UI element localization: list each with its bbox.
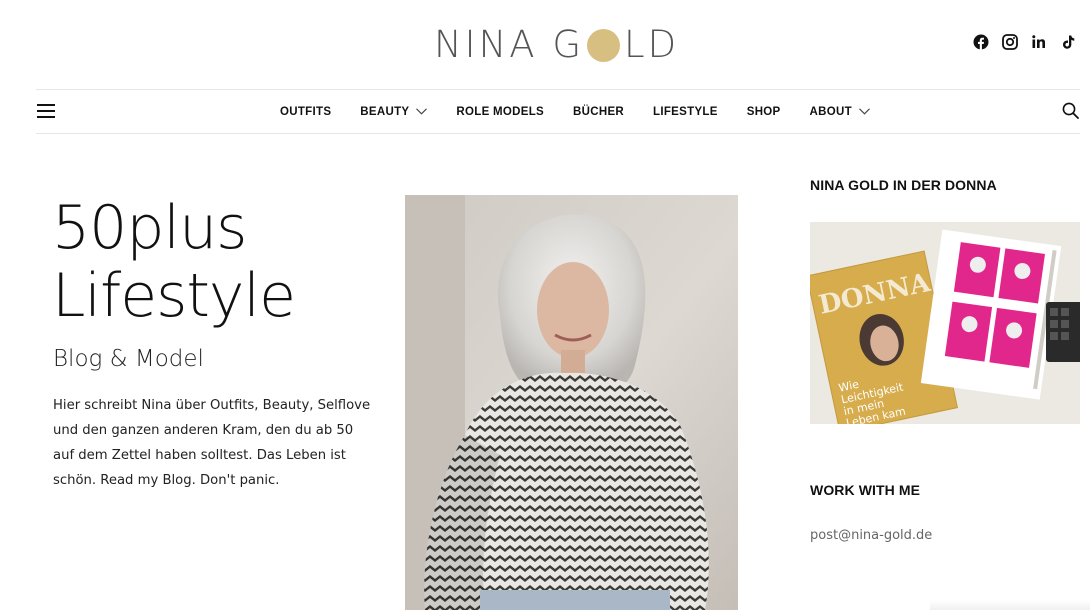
work-with-me-title: WORK WITH ME bbox=[810, 482, 921, 498]
logo-gold-circle bbox=[587, 28, 621, 62]
page-subtitle: Blog & Model bbox=[53, 346, 204, 372]
nav-menu: OUTFITS BEAUTY ROLE MODELS BÜCHER LIFEST… bbox=[280, 90, 899, 133]
nav-item-label: LIFESTYLE bbox=[653, 105, 718, 118]
nav-item-label: ABOUT bbox=[809, 105, 852, 118]
nav-item-label: OUTFITS bbox=[280, 105, 332, 118]
nav-item-about[interactable]: ABOUT bbox=[810, 106, 870, 118]
logo-text-left: NINA G bbox=[434, 22, 585, 66]
logo-text-right: LD bbox=[624, 22, 680, 66]
intro-paragraph: Hier schreibt Nina über Outfits, Beauty,… bbox=[53, 398, 371, 488]
nav-item-buecher[interactable]: BÜCHER bbox=[573, 106, 624, 118]
title-line: 50plus bbox=[52, 193, 247, 263]
donna-magazine-image[interactable]: DONNA Wie Leichtigkeit in mein Leben kam bbox=[810, 222, 1080, 424]
linkedin-icon[interactable] bbox=[1031, 34, 1047, 50]
page-title: 50plus Lifestyle bbox=[52, 193, 296, 331]
facebook-icon[interactable] bbox=[973, 34, 989, 50]
chevron-down-icon bbox=[416, 108, 428, 115]
instagram-icon[interactable] bbox=[1002, 34, 1018, 50]
title-line: Lifestyle bbox=[52, 261, 296, 331]
nav-item-label: BEAUTY bbox=[360, 105, 410, 118]
divider bbox=[930, 600, 1090, 610]
hero-portrait-image bbox=[405, 195, 738, 610]
nav-item-label: BÜCHER bbox=[573, 105, 625, 118]
menu-icon[interactable] bbox=[37, 104, 55, 118]
search-icon[interactable] bbox=[1062, 102, 1079, 119]
nav-item-label: ROLE MODELS bbox=[456, 105, 545, 118]
nav-item-outfits[interactable]: OUTFITS bbox=[280, 106, 331, 118]
site-logo[interactable]: NINA G LD bbox=[434, 22, 679, 66]
contact-email-link[interactable]: post@nina-gold.de bbox=[810, 528, 932, 543]
nav-item-beauty[interactable]: BEAUTY bbox=[360, 105, 428, 118]
nav-item-role-models[interactable]: ROLE MODELS bbox=[456, 106, 544, 118]
social-links bbox=[973, 34, 1076, 50]
nav-item-lifestyle[interactable]: LIFESTYLE bbox=[653, 106, 718, 118]
main-navigation: OUTFITS BEAUTY ROLE MODELS BÜCHER LIFEST… bbox=[36, 89, 1080, 134]
chevron-down-icon bbox=[859, 108, 870, 115]
donna-widget-title: NINA GOLD IN DER DONNA bbox=[810, 177, 997, 193]
tiktok-icon[interactable] bbox=[1060, 34, 1076, 50]
nav-item-label: SHOP bbox=[746, 105, 781, 118]
site-header: NINA G LD bbox=[0, 0, 1090, 90]
nav-item-shop[interactable]: SHOP bbox=[747, 106, 781, 118]
